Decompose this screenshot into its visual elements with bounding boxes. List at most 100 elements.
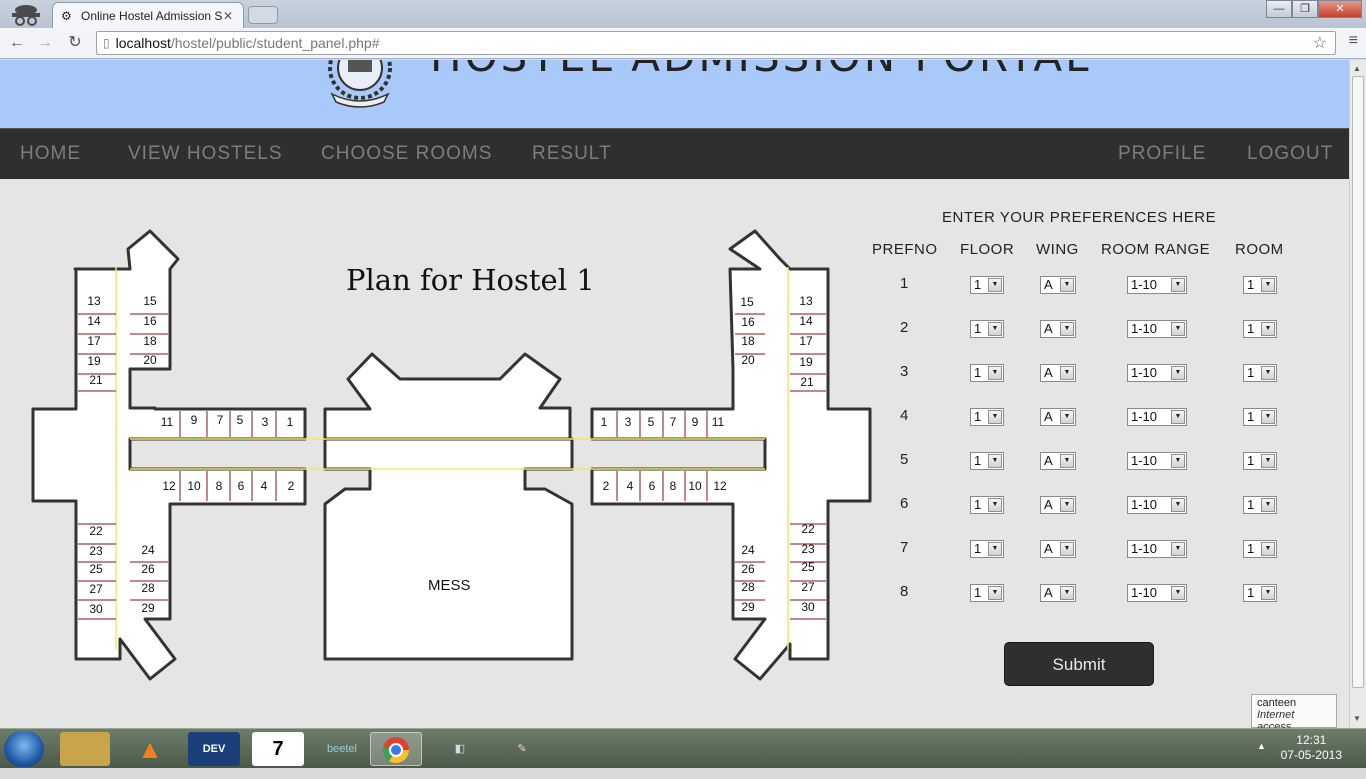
bookmark-star-icon[interactable]: ☆ [1313,33,1327,53]
devcpp-icon[interactable]: DEV [188,732,240,766]
wing-select[interactable]: A ▼ [1040,496,1076,514]
room-label: 1 [286,415,294,429]
floor-select[interactable]: 1 ▼ [970,452,1004,470]
room-select[interactable]: 1 ▼ [1243,584,1277,602]
scroll-up-icon[interactable]: ▲ [1353,64,1361,73]
room-value: 1 [1247,541,1255,556]
room-label: 21 [89,373,103,387]
nav-logout[interactable]: LOGOUT [1247,143,1333,165]
wing-select[interactable]: A ▼ [1040,584,1076,602]
paint-icon[interactable]: ✎ [496,732,548,766]
room-value: 1 [1247,277,1255,292]
room-label: 30 [801,600,815,614]
windows-explorer-icon[interactable]: ◧ [434,732,486,766]
wing-value: A [1044,321,1053,336]
room-label: 20 [143,353,157,367]
dropdown-arrow-icon: ▼ [1060,586,1074,600]
new-tab-button[interactable] [248,6,278,24]
plan-title: Plan for Hostel 1 [346,263,595,297]
room-label: 21 [800,375,814,389]
floor-select[interactable]: 1 ▼ [970,496,1004,514]
room-label: 19 [87,354,101,368]
room-range-select[interactable]: 1-10 ▼ [1127,540,1187,558]
room-range-select[interactable]: 1-10 ▼ [1127,496,1187,514]
room-select[interactable]: 1 ▼ [1243,320,1277,338]
floor-select[interactable]: 1 ▼ [970,364,1004,382]
vlc-icon[interactable]: ▲ [124,732,176,766]
nav-result[interactable]: RESULT [532,143,612,165]
clock-time: 12:31 [1296,733,1327,747]
wing-select[interactable]: A ▼ [1040,364,1076,382]
close-window-button[interactable]: ✕ [1318,0,1362,18]
nav-profile[interactable]: PROFILE [1118,143,1206,165]
submit-button[interactable]: Submit [1004,642,1154,686]
room-range-value: 1-10 [1131,409,1158,424]
reload-icon[interactable]: ↻ [64,32,86,54]
dropdown-arrow-icon: ▼ [1060,278,1074,292]
room-select[interactable]: 1 ▼ [1243,408,1277,426]
browser-toolbar: ← → ↻ ▯ localhost /hostel/public/student… [0,28,1366,59]
room-select[interactable]: 1 ▼ [1243,364,1277,382]
col-room-range: ROOM RANGE [1101,241,1211,258]
floor-select[interactable]: 1 ▼ [970,320,1004,338]
room-range-select[interactable]: 1-10 ▼ [1127,452,1187,470]
room-range-select[interactable]: 1-10 ▼ [1127,584,1187,602]
pref-number: 8 [900,583,909,600]
minimize-button[interactable]: — [1266,0,1292,18]
room-label: 8 [215,479,223,493]
browser-tab[interactable]: ⚙ Online Hostel Admission S ✕ [52,2,244,28]
wing-select[interactable]: A ▼ [1040,320,1076,338]
scrollbar-thumb[interactable] [1352,76,1364,688]
nav-choose-rooms[interactable]: CHOOSE ROOMS [321,143,492,165]
preferences-form: ENTER YOUR PREFERENCES HERE PREFNO FLOOR… [860,179,1340,728]
scroll-down-icon[interactable]: ▼ [1353,714,1361,723]
wing-select[interactable]: A ▼ [1040,540,1076,558]
nav-view-hostels[interactable]: VIEW HOSTELS [128,143,283,165]
room-label: 20 [741,353,755,367]
wing-value: A [1044,453,1053,468]
forward-arrow-icon[interactable]: → [34,32,56,54]
floor-select[interactable]: 1 ▼ [970,584,1004,602]
tab-close-icon[interactable]: ✕ [223,9,237,23]
room-range-select[interactable]: 1-10 ▼ [1127,364,1187,382]
room-select[interactable]: 1 ▼ [1243,452,1277,470]
room-range-select[interactable]: 1-10 ▼ [1127,276,1187,294]
site-title: HOSTEL ADMISSION PORTAL [430,60,1092,81]
pref-number: 2 [900,319,909,336]
room-label: 28 [741,580,755,594]
dropdown-arrow-icon: ▼ [1261,542,1275,556]
main-nav: HOME VIEW HOSTELS CHOOSE ROOMS RESULT PR… [0,128,1349,179]
room-select[interactable]: 1 ▼ [1243,276,1277,294]
dropdown-arrow-icon: ▼ [988,278,1002,292]
start-button[interactable] [4,731,44,767]
floor-select[interactable]: 1 ▼ [970,540,1004,558]
address-bar[interactable]: ▯ localhost /hostel/public/student_panel… [96,31,1336,55]
wrench-icon[interactable]: ≡ [1349,32,1358,50]
maximize-button[interactable]: ❐ [1292,0,1318,18]
wing-select[interactable]: A ▼ [1040,452,1076,470]
nav-home[interactable]: HOME [20,143,81,165]
page-scrollbar[interactable]: ▲ ▼ [1349,60,1366,728]
preference-row: 8 1 ▼ A ▼ 1-10 ▼ 1 ▼ [860,583,1340,603]
file-explorer-icon[interactable] [60,732,110,766]
room-select[interactable]: 1 ▼ [1243,496,1277,514]
pref-number: 3 [900,363,909,380]
dropdown-arrow-icon: ▼ [1171,542,1185,556]
wing-select[interactable]: A ▼ [1040,276,1076,294]
wing-select[interactable]: A ▼ [1040,408,1076,426]
room-select[interactable]: 1 ▼ [1243,540,1277,558]
wing-value: A [1044,497,1053,512]
beetel-icon[interactable]: beetel [316,732,368,766]
app-7-icon[interactable]: 7 [252,732,304,766]
main-content: Plan for Hostel 1 13 15 14 16 17 18 19 20 21 11 9 7… [0,179,1349,728]
floor-select[interactable]: 1 ▼ [970,408,1004,426]
back-arrow-icon[interactable]: ← [6,32,28,54]
room-range-select[interactable]: 1-10 ▼ [1127,320,1187,338]
system-clock[interactable]: 12:31 07-05-2013 [1281,733,1342,763]
show-hidden-icons[interactable]: ▲ [1257,741,1266,751]
chrome-icon[interactable] [370,732,422,766]
dropdown-arrow-icon: ▼ [1171,322,1185,336]
room-range-select[interactable]: 1-10 ▼ [1127,408,1187,426]
floor-select[interactable]: 1 ▼ [970,276,1004,294]
room-range-value: 1-10 [1131,321,1158,336]
